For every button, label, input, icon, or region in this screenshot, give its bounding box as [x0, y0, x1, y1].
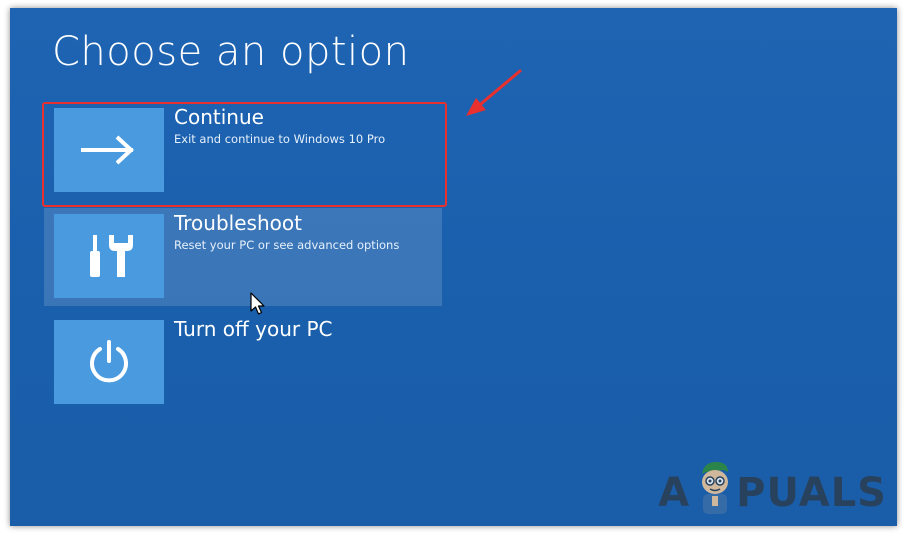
option-troubleshoot-title: Troubleshoot: [174, 211, 302, 235]
option-continue-title: Continue: [174, 105, 264, 129]
appuals-watermark: A PUALS: [658, 456, 887, 516]
mascot-icon: [702, 462, 729, 514]
option-turn-off-title: Turn off your PC: [174, 317, 333, 341]
option-troubleshoot-description: Reset your PC or see advanced options: [174, 238, 400, 252]
option-continue-tile[interactable]: [54, 108, 164, 192]
option-continue[interactable]: Continue Exit and continue to Windows 10…: [44, 102, 442, 200]
annotation-arrow-icon: [466, 69, 522, 116]
option-turn-off[interactable]: Turn off your PC: [44, 314, 442, 412]
option-troubleshoot-tile[interactable]: [54, 214, 164, 298]
option-turn-off-tile[interactable]: [54, 320, 164, 404]
option-troubleshoot[interactable]: Troubleshoot Reset your PC or see advanc…: [44, 208, 442, 306]
arrow-right-icon: [81, 135, 134, 165]
watermark-text-left: A: [658, 470, 691, 516]
recovery-screen: Choose an option Continue Exit and conti…: [10, 8, 897, 526]
watermark-text-right: PUALS: [736, 470, 887, 516]
power-icon: [90, 340, 128, 383]
option-continue-description: Exit and continue to Windows 10 Pro: [174, 132, 386, 146]
mouse-cursor-icon: [250, 292, 265, 315]
tools-icon: [90, 235, 133, 277]
page-title: Choose an option: [52, 29, 410, 75]
